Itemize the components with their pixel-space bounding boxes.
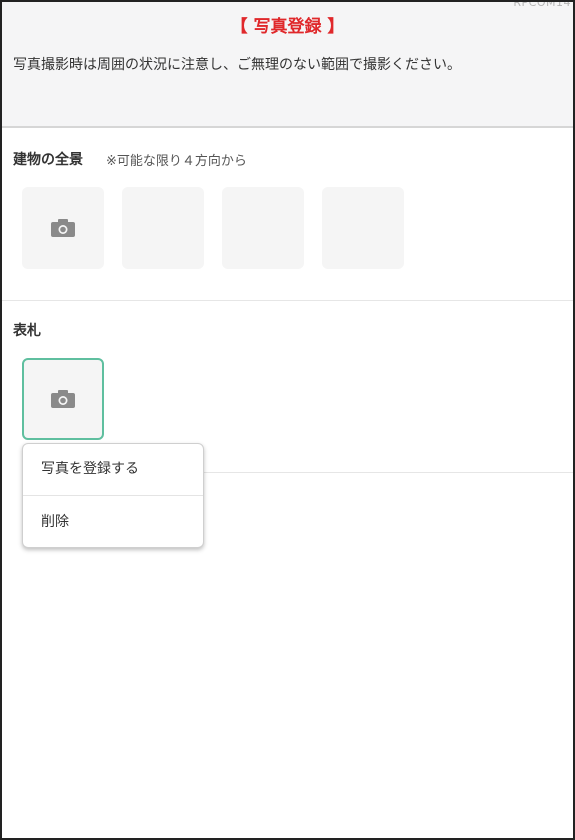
camera-icon <box>51 219 75 237</box>
section-title-building-overview: 建物の全景 <box>13 152 83 168</box>
register-photo-menu-item[interactable]: 写真を登録する <box>23 444 203 494</box>
screen-frame: RPCOM14 【 写真登録 】 写真撮影時は周囲の状況に注意し、ご無理のない範… <box>0 0 575 840</box>
photo-action-menu: 写真を登録する 削除 <box>22 443 204 548</box>
section-title-nameplate: 表札 <box>13 323 41 339</box>
photo-slot-building-2[interactable] <box>122 187 204 269</box>
safety-notice: 写真撮影時は周囲の状況に注意し、ご無理のない範囲で撮影ください。 <box>13 57 461 73</box>
camera-icon <box>51 390 75 408</box>
photo-slot-building-3[interactable] <box>222 187 304 269</box>
delete-menu-item[interactable]: 削除 <box>23 497 203 547</box>
menu-separator <box>23 495 203 496</box>
section-note-four-directions: ※可能な限り４方向から <box>106 154 247 169</box>
section-divider <box>202 472 573 473</box>
photo-slot-building-4[interactable] <box>322 187 404 269</box>
page-title: 【 写真登録 】 <box>230 17 345 37</box>
photo-slot-nameplate[interactable] <box>22 358 104 440</box>
screen-id: RPCOM14 <box>513 0 571 9</box>
photo-registration-header: RPCOM14 【 写真登録 】 写真撮影時は周囲の状況に注意し、ご無理のない範… <box>2 2 573 128</box>
photo-slot-building-1[interactable] <box>22 187 104 269</box>
section-divider <box>2 300 573 301</box>
